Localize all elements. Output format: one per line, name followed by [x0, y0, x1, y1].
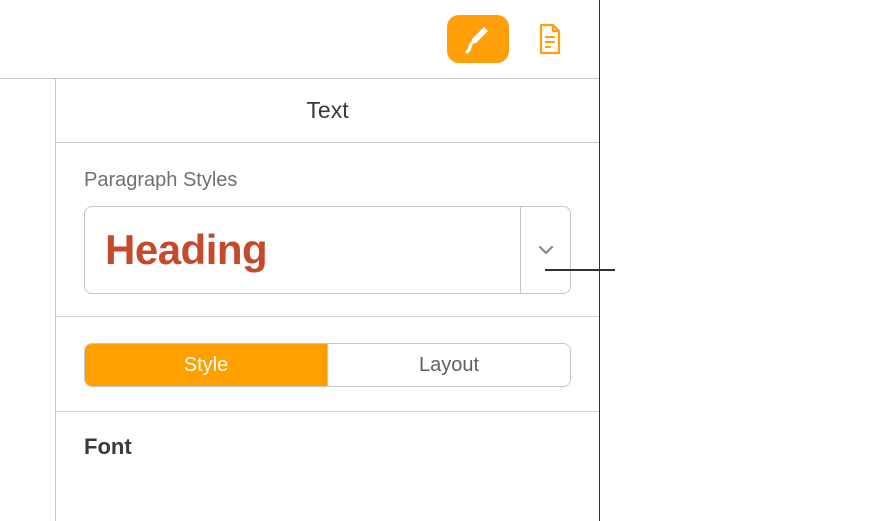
paintbrush-icon [463, 24, 493, 54]
paragraph-styles-label: Paragraph Styles [84, 169, 571, 192]
tab-style[interactable]: Style [85, 344, 327, 386]
content-area: Text Paragraph Styles Heading [0, 78, 599, 521]
format-button[interactable] [447, 15, 509, 63]
callout-line [545, 269, 615, 271]
paragraph-styles-section: Paragraph Styles Heading [56, 143, 599, 317]
document-icon [536, 23, 564, 55]
chevron-down-icon [538, 245, 554, 255]
left-gutter [0, 78, 56, 521]
paragraph-style-selected: Heading [85, 226, 520, 274]
font-label: Font [84, 434, 571, 460]
document-button[interactable] [519, 15, 581, 63]
dropdown-chevron-button[interactable] [520, 207, 570, 293]
inspector-container: Text Paragraph Styles Heading [0, 0, 600, 521]
panel-title: Text [56, 79, 599, 143]
tab-layout[interactable]: Layout [327, 344, 570, 386]
tabs-section: Style Layout [56, 317, 599, 412]
inspector-panel: Text Paragraph Styles Heading [56, 78, 599, 521]
style-layout-tabs: Style Layout [84, 343, 571, 387]
panel-body: Paragraph Styles Heading Style Layout [56, 143, 599, 460]
paragraph-style-dropdown[interactable]: Heading [84, 206, 571, 294]
toolbar [0, 0, 599, 78]
font-section: Font [56, 412, 599, 460]
